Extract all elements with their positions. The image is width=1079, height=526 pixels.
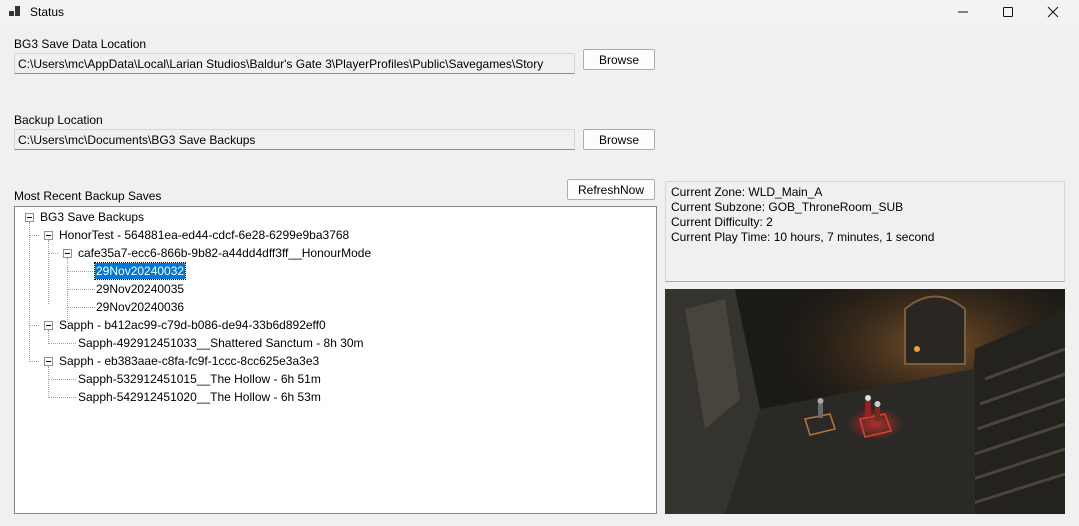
maximize-icon [1003, 7, 1013, 17]
tree-connector [48, 379, 76, 380]
window-title: Status [30, 5, 65, 19]
tree-node-save[interactable]: Sapph-532912451015__The Hollow - 6h 51m [77, 371, 322, 387]
minimize-icon [958, 11, 968, 13]
save-location-field[interactable]: C:\Users\mc\AppData\Local\Larian Studios… [14, 53, 575, 74]
tree-connector [29, 325, 39, 326]
tree-connector [48, 397, 76, 398]
save-location-label: BG3 Save Data Location [14, 37, 147, 51]
tree-connector [29, 222, 30, 362]
backup-location-field[interactable]: C:\Users\mc\Documents\BG3 Save Backups [14, 129, 575, 150]
refresh-now-button[interactable]: RefreshNow [567, 179, 655, 200]
tree-connector [67, 271, 95, 272]
browse-save-location-button[interactable]: Browse [583, 49, 655, 70]
collapse-sapph1-toggle[interactable] [44, 321, 53, 330]
close-icon [1047, 6, 1059, 18]
backup-saves-tree[interactable]: BG3 Save Backups HonorTest - 564881ea-ed… [14, 206, 657, 514]
tree-connector [48, 240, 49, 304]
tree-connector [29, 235, 39, 236]
tree-node-root[interactable]: BG3 Save Backups [39, 209, 145, 225]
tree-connector [67, 307, 95, 308]
game-screenshot-image [665, 289, 1065, 514]
app-icon [9, 6, 20, 16]
collapse-sapph2-toggle[interactable] [44, 357, 53, 366]
tree-node-sapph1[interactable]: Sapph - b412ac99-c79d-b086-de94-33b6d892… [58, 317, 327, 333]
collapse-honortest-toggle[interactable] [44, 231, 53, 240]
tree-node-honortest[interactable]: HonorTest - 564881ea-ed44-cdcf-6e28-6299… [58, 227, 350, 243]
close-button[interactable] [1030, 0, 1076, 24]
status-info-panel: Current Zone: WLD_Main_A Current Subzone… [665, 181, 1065, 282]
current-zone: Current Zone: WLD_Main_A [671, 185, 823, 199]
tree-node-save[interactable]: Sapph-542912451020__The Hollow - 6h 53m [77, 389, 322, 405]
minimize-button[interactable] [940, 0, 986, 24]
tree-connector [67, 258, 68, 322]
browse-backup-location-button[interactable]: Browse [583, 129, 655, 150]
collapse-root-toggle[interactable] [25, 213, 34, 222]
tree-connector [29, 361, 39, 362]
current-difficulty: Current Difficulty: 2 [671, 215, 773, 229]
game-screenshot [665, 289, 1065, 514]
tree-connector [48, 253, 58, 254]
tree-connector [48, 330, 49, 344]
tree-node-sapph2[interactable]: Sapph - eb383aae-c8fa-fc9f-1ccc-8cc625e3… [58, 353, 320, 369]
tree-node-save-selected[interactable]: 29Nov20240032 [93, 262, 187, 280]
maximize-button[interactable] [985, 0, 1031, 24]
tree-connector [67, 289, 95, 290]
collapse-honourmode-toggle[interactable] [63, 249, 72, 258]
tree-node-save[interactable]: 29Nov20240035 [95, 281, 185, 297]
tree-node-honourmode[interactable]: cafe35a7-ecc6-866b-9b82-a44dd4dff3ff__Ho… [77, 245, 372, 261]
current-subzone: Current Subzone: GOB_ThroneRoom_SUB [671, 200, 904, 214]
backup-location-label: Backup Location [14, 113, 103, 127]
tree-node-save[interactable]: Sapph-492912451033__Shattered Sanctum - … [77, 335, 365, 351]
title-bar: Status [0, 0, 1079, 24]
tree-node-save[interactable]: 29Nov20240036 [95, 299, 185, 315]
recent-saves-label: Most Recent Backup Saves [14, 189, 162, 203]
current-play-time: Current Play Time: 10 hours, 7 minutes, … [671, 230, 935, 244]
tree-connector [48, 343, 76, 344]
tree-connector [48, 366, 49, 398]
